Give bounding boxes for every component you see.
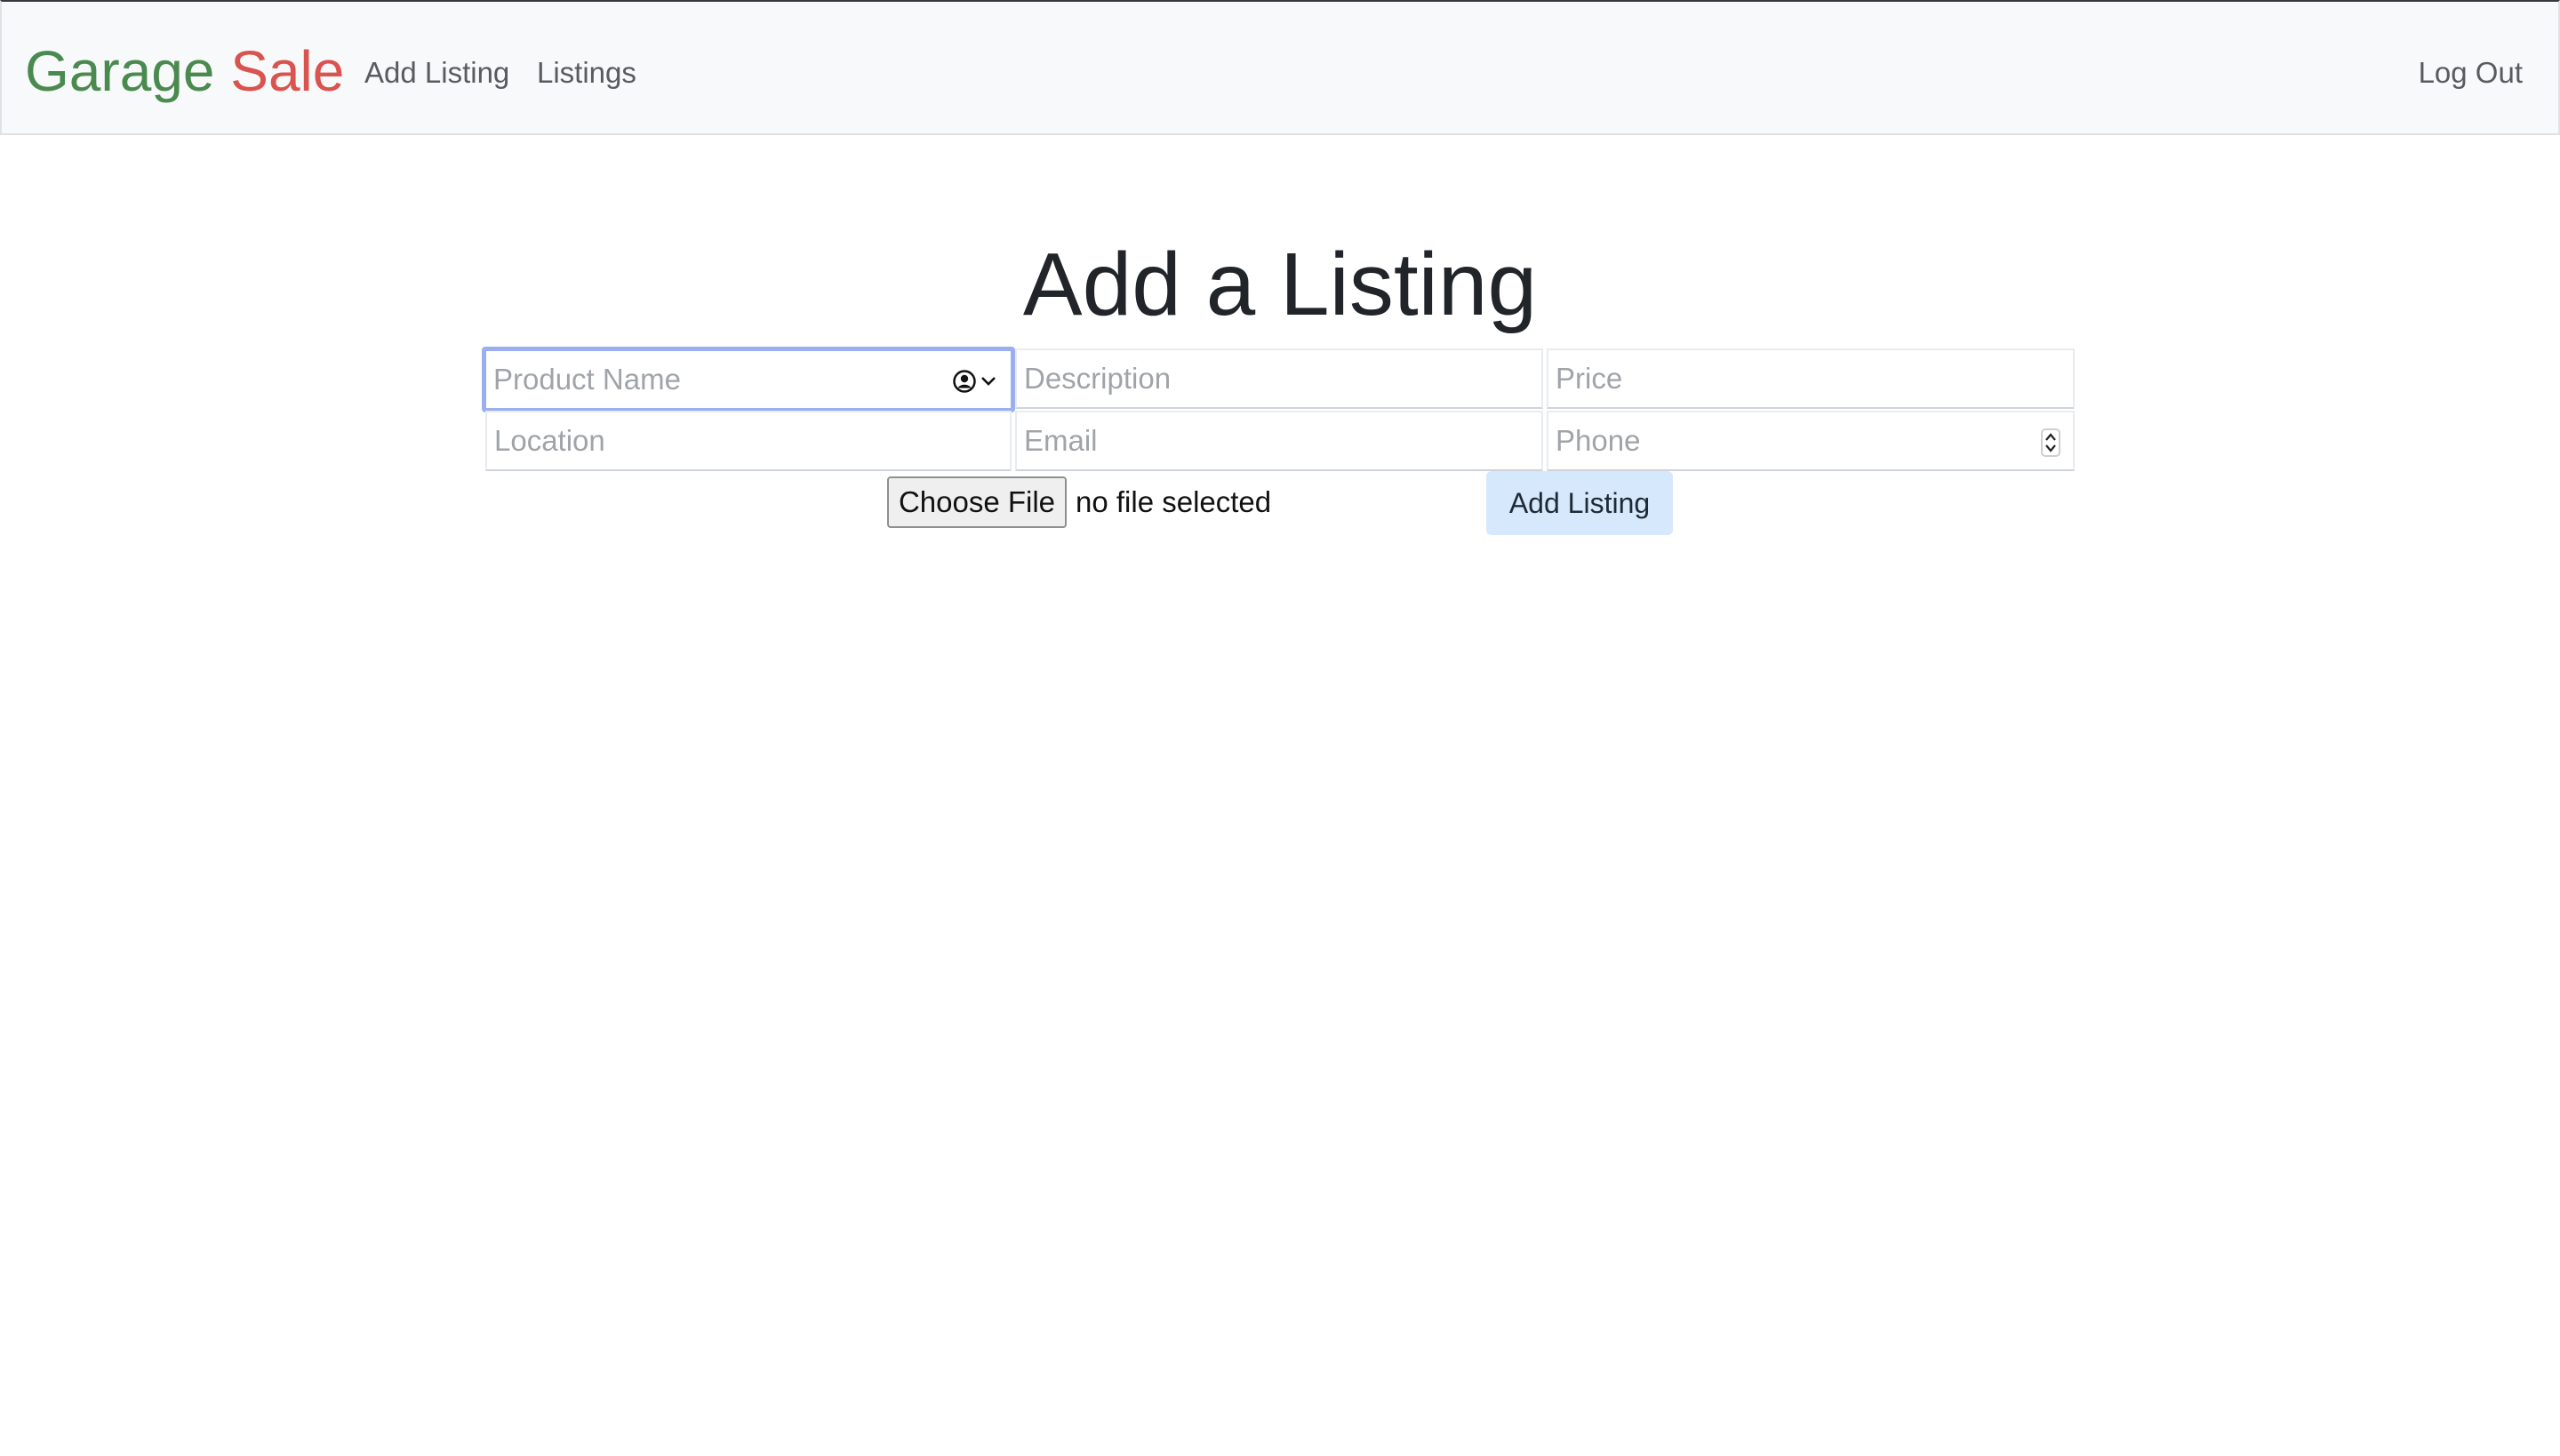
location-field	[485, 411, 1012, 471]
phone-field	[1547, 411, 2075, 471]
price-input[interactable]	[1548, 350, 2073, 407]
file-status-text: no file selected	[1076, 485, 1272, 518]
description-field	[1015, 348, 1543, 409]
email-field	[1015, 411, 1543, 471]
description-input[interactable]	[1017, 350, 1541, 407]
person-circle-icon	[953, 370, 976, 393]
brand-word-garage[interactable]: Garage	[25, 39, 214, 103]
nav-link-add-listing[interactable]: Add Listing	[364, 55, 509, 91]
contact-autofill-icon[interactable]	[952, 369, 1002, 394]
up-down-arrows-icon	[2045, 433, 2056, 452]
logout-link[interactable]: Log Out	[2419, 55, 2523, 91]
page-title: Add a Listing	[1022, 235, 1538, 334]
price-field	[1547, 348, 2075, 409]
product-name-input[interactable]	[486, 351, 1011, 408]
brand-word-sale[interactable]: Sale	[230, 39, 344, 103]
location-input[interactable]	[487, 412, 1010, 469]
chevron-down-icon	[981, 377, 996, 386]
email-input[interactable]	[1017, 412, 1541, 469]
number-spinner-icon[interactable]	[2041, 428, 2060, 457]
brand-logo[interactable]: Garage Sale	[25, 36, 344, 107]
top-navbar: Garage Sale Add Listing Listings Log Out	[0, 0, 2560, 135]
product-name-field	[482, 347, 1015, 412]
choose-file-button[interactable]: Choose File	[887, 476, 1067, 528]
phone-input[interactable]	[1548, 412, 2073, 469]
nav-link-listings[interactable]: Listings	[537, 55, 636, 91]
add-listing-button[interactable]: Add Listing	[1486, 471, 1673, 535]
